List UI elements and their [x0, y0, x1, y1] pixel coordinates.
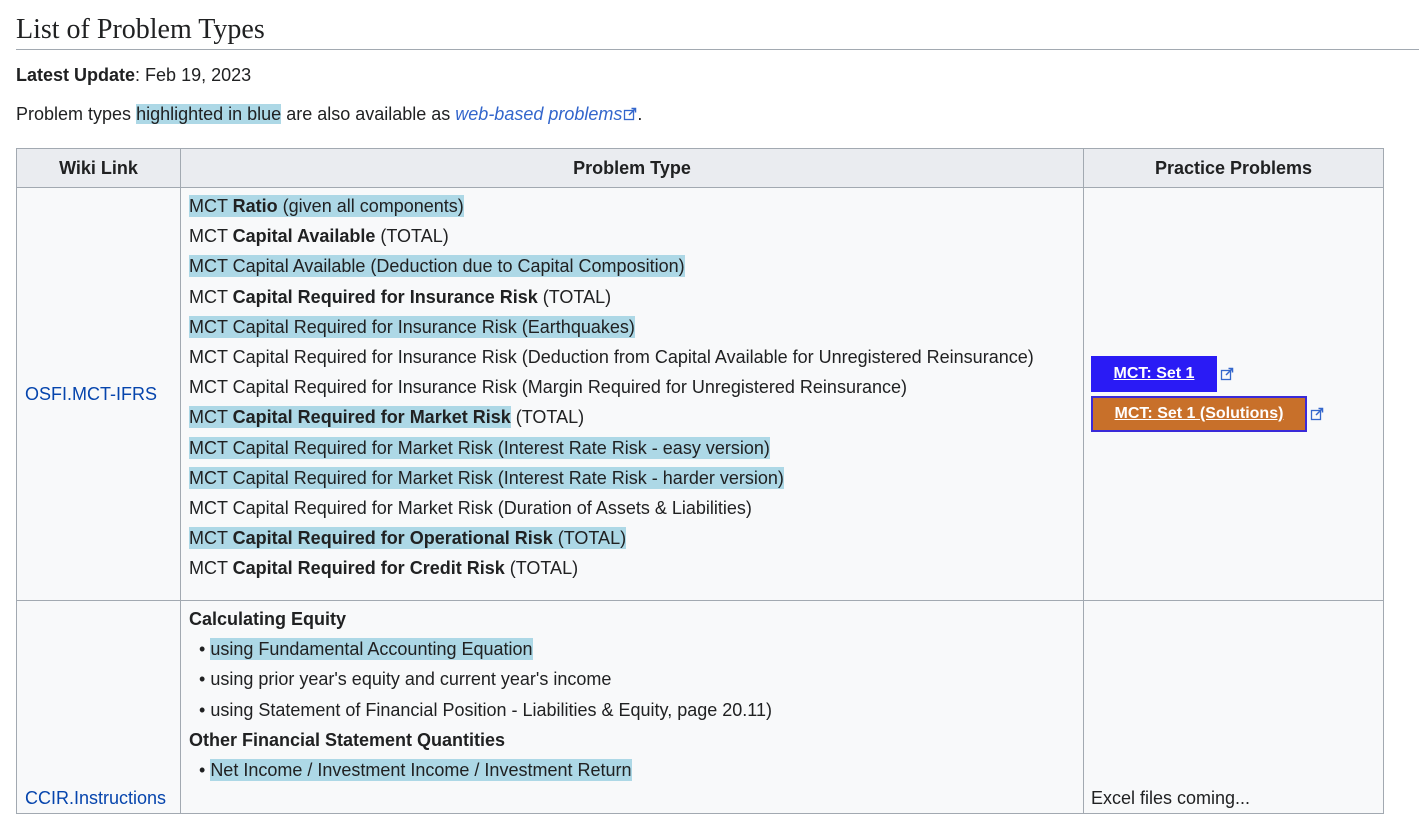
- table-header-row: Wiki Link Problem Type Practice Problems: [16, 148, 1384, 188]
- section-heading: Calculating Equity: [189, 609, 347, 629]
- latest-update-separator: :: [135, 65, 146, 85]
- practice-set-row: MCT: Set 1: [1091, 356, 1383, 392]
- bullet-icon: •: [199, 759, 211, 780]
- wiki-link-cell: CCIR.Instructions: [16, 600, 181, 814]
- problem-type-item: MCT Ratio (given all components): [189, 195, 464, 217]
- bullet-icon: •: [199, 699, 211, 720]
- section-heading: Other Financial Statement Quantities: [189, 729, 506, 750]
- intro-text-middle: are also available as: [281, 104, 456, 124]
- wiki-link-cell: OSFI.MCT-IFRS: [16, 187, 181, 601]
- intro-highlight: highlighted in blue: [136, 104, 282, 124]
- mct-set1-solutions-button[interactable]: MCT: Set 1 (Solutions): [1091, 396, 1307, 432]
- problem-type-item: MCT Capital Required for Credit Risk (TO…: [189, 558, 579, 579]
- practice-problems-cell: Excel files coming...: [1083, 600, 1384, 814]
- table-row: OSFI.MCT-IFRS MCT Ratio (given all compo…: [16, 187, 1384, 601]
- list-item: • using Statement of Financial Position …: [199, 699, 772, 720]
- external-link-icon: [624, 107, 637, 121]
- problem-type-item: MCT Capital Required for Operational Ris…: [189, 527, 627, 550]
- header-problem-type: Problem Type: [180, 148, 1084, 188]
- table-row: CCIR.Instructions Calculating Equity • u…: [16, 600, 1384, 814]
- list-item: • using Fundamental Accounting Equation: [199, 638, 533, 661]
- external-link-icon: [1310, 407, 1324, 421]
- intro-paragraph: Problem types highlighted in blue are al…: [16, 103, 642, 125]
- problem-type-item: MCT Capital Required for Market Risk (In…: [189, 466, 784, 489]
- list-item: • Net Income / Investment Income / Inves…: [199, 758, 632, 781]
- problem-type-item: MCT Capital Required for Market Risk (In…: [189, 436, 770, 459]
- bullet-icon: •: [199, 639, 211, 660]
- problem-type-cell: Calculating Equity • using Fundamental A…: [180, 600, 1084, 814]
- external-link-icon: [1220, 367, 1234, 381]
- bullet-icon: •: [199, 669, 211, 690]
- problem-type-item: MCT Capital Required for Insurance Risk …: [189, 377, 907, 398]
- latest-update: Latest Update: Feb 19, 2023: [16, 64, 251, 86]
- problem-type-item: MCT Capital Required for Market Risk (TO…: [189, 406, 585, 429]
- wiki-link-osfi-mct[interactable]: OSFI.MCT-IFRS: [25, 384, 157, 404]
- header-practice-problems: Practice Problems: [1083, 148, 1384, 188]
- page-title: List of Problem Types: [16, 12, 1419, 50]
- practice-placeholder-text: Excel files coming...: [1091, 788, 1251, 808]
- intro-text-before: Problem types: [16, 104, 137, 124]
- problem-type-item: MCT Capital Available (TOTAL): [189, 226, 449, 247]
- problem-type-item: MCT Capital Available (Deduction due to …: [189, 255, 685, 278]
- header-wiki-link: Wiki Link: [16, 148, 181, 188]
- wiki-link-ccir-instructions[interactable]: CCIR.Instructions: [25, 788, 166, 808]
- web-based-problems-link[interactable]: web-based problems: [455, 104, 622, 124]
- practice-solutions-row: MCT: Set 1 (Solutions): [1091, 396, 1383, 432]
- problem-type-item: MCT Capital Required for Market Risk (Du…: [189, 497, 752, 518]
- practice-problems-cell: MCT: Set 1 MCT: Set 1 (Solutions): [1083, 187, 1384, 601]
- problem-type-cell: MCT Ratio (given all components) MCT Capi…: [180, 187, 1084, 601]
- problem-type-item: MCT Capital Required for Insurance Risk …: [189, 315, 635, 338]
- mct-set1-button[interactable]: MCT: Set 1: [1091, 356, 1217, 392]
- problem-types-table: Wiki Link Problem Type Practice Problems…: [16, 148, 1384, 814]
- latest-update-date: Feb 19, 2023: [145, 65, 252, 85]
- latest-update-label: Latest Update: [16, 65, 136, 85]
- list-item: • using prior year's equity and current …: [199, 669, 612, 690]
- intro-text-after: .: [637, 104, 643, 124]
- problem-type-item: MCT Capital Required for Insurance Risk …: [189, 346, 1034, 367]
- problem-type-item: MCT Capital Required for Insurance Risk …: [189, 286, 612, 307]
